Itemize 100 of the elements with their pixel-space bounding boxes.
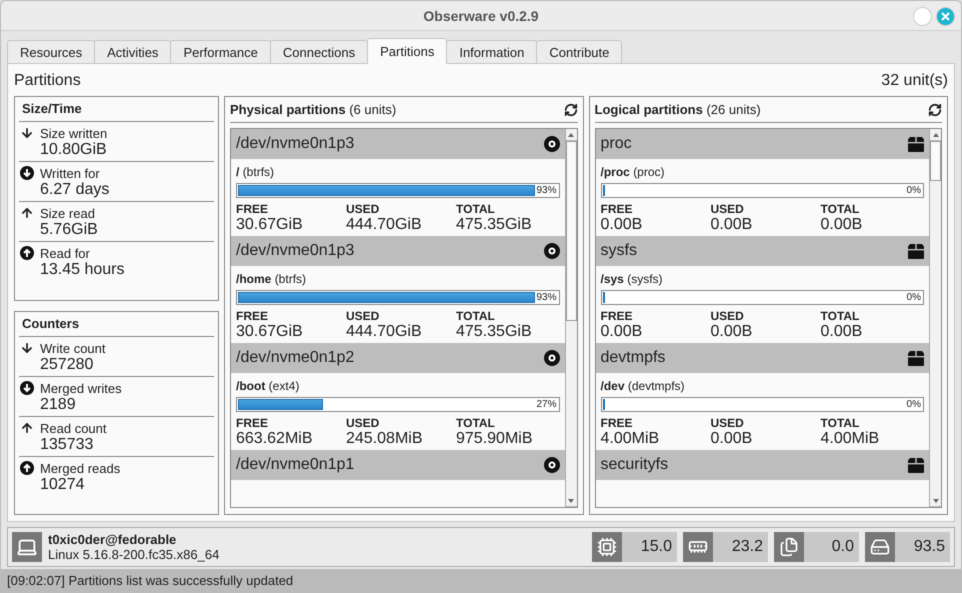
size-value: 0.00B: [600, 323, 644, 341]
page-title: Partitions: [14, 72, 81, 90]
column-label: TOTAL: [820, 416, 860, 430]
device-name: /dev/nvme0n1p3: [236, 242, 354, 260]
size-value: 0.00B: [820, 216, 864, 234]
down-arrow-icon: [20, 126, 34, 140]
disc-icon: [544, 136, 560, 152]
usage-percent: 93%: [536, 184, 556, 197]
meter-reading: 93.5: [912, 538, 946, 556]
unit-count: 32 unit(s): [881, 72, 948, 90]
tab[interactable]: Information: [446, 40, 538, 64]
column-label: FREE: [236, 202, 270, 216]
scroll-up-icon[interactable]: [568, 132, 574, 136]
box-icon: [908, 244, 924, 258]
mount-point: /proc (proc): [600, 165, 666, 179]
usage-percent: 27%: [536, 398, 556, 411]
column-label: TOTAL: [456, 309, 496, 323]
size-value: 0.00B: [710, 430, 754, 448]
size-value: 30.67GiB: [236, 216, 304, 234]
host-name: t0xic0der@fedorable: [48, 532, 178, 548]
column-label: TOTAL: [820, 309, 860, 323]
column-label: TOTAL: [456, 416, 496, 430]
column-label: USED: [346, 309, 380, 323]
scrollbar[interactable]: [929, 129, 941, 508]
stat-value: 257280: [40, 356, 94, 374]
tab[interactable]: Performance: [170, 40, 271, 64]
device-name: sysfs: [600, 242, 637, 260]
panel-title: Logical partitions (26 units): [594, 102, 761, 117]
disc-icon: [544, 350, 560, 366]
usage-percent: 0%: [906, 398, 921, 411]
meter-reading: 0.0: [830, 538, 855, 556]
usage-percent: 93%: [536, 291, 556, 304]
meter-reading: 15.0: [640, 538, 673, 556]
stat-value: 5.76GiB: [40, 221, 99, 239]
stat-value: 135733: [40, 436, 94, 454]
down-circle-icon: [20, 166, 34, 180]
tab[interactable]: Partitions: [367, 38, 448, 64]
laptop-icon: [12, 532, 42, 562]
device-name: /dev/nvme0n1p3: [236, 135, 354, 153]
stat-label: Merged writes: [40, 380, 123, 396]
mount-point: /dev (devtmpfs): [600, 379, 686, 393]
column-label: USED: [710, 416, 745, 430]
up-circle-icon: [20, 460, 34, 475]
column-label: TOTAL: [456, 202, 496, 216]
size-value: 30.67GiB: [236, 323, 304, 341]
size-value: 475.35GiB: [456, 216, 533, 234]
mount-point: /sys (sysfs): [600, 272, 664, 286]
up-circle-icon: [20, 246, 34, 260]
scrollbar-thumb[interactable]: [566, 141, 576, 321]
refresh-icon[interactable]: [564, 102, 578, 116]
scroll-up-icon[interactable]: [932, 132, 938, 136]
minimize-button[interactable]: [913, 7, 932, 26]
stat-label: Size read: [40, 206, 96, 221]
meter-reading: 23.2: [730, 538, 764, 556]
device-name: /dev/nvme0n1p2: [236, 349, 354, 367]
tab[interactable]: Connections: [270, 40, 368, 64]
stat-value: 10274: [40, 476, 86, 494]
panel-title: Physical partitions (6 units): [230, 102, 396, 117]
size-value: 4.00MiB: [600, 430, 660, 448]
up-arrow-icon: [20, 206, 34, 220]
size-value: 975.90MiB: [456, 430, 534, 448]
scroll-down-icon[interactable]: [568, 498, 574, 503]
tab[interactable]: Resources: [7, 40, 96, 64]
size-value: 0.00B: [820, 323, 864, 341]
close-button[interactable]: [936, 7, 955, 26]
scroll-down-icon[interactable]: [932, 498, 938, 503]
usage-percent: 0%: [906, 184, 921, 197]
column-label: USED: [710, 202, 745, 216]
column-label: FREE: [236, 309, 270, 323]
size-value: 0.00B: [600, 216, 644, 234]
column-label: FREE: [236, 416, 270, 430]
column-label: USED: [346, 202, 380, 216]
stat-value: 2189: [40, 396, 76, 414]
stat-label: Size written: [40, 126, 108, 141]
disc-icon: [544, 243, 560, 259]
chip-icon: [597, 537, 617, 558]
close-icon[interactable]: [941, 12, 950, 21]
hard-drive-icon: [870, 537, 890, 558]
scrollbar-thumb[interactable]: [930, 141, 941, 181]
device-name: devtmpfs: [600, 349, 666, 367]
usage-percent: 0%: [906, 291, 921, 304]
refresh-icon[interactable]: [928, 102, 942, 116]
stat-value: 13.45 hours: [40, 261, 126, 279]
stat-value: 10.80GiB: [40, 141, 108, 159]
stat-value: 6.27 days: [40, 181, 110, 199]
column-label: FREE: [600, 309, 634, 323]
stat-label: Merged reads: [40, 460, 122, 476]
box-icon: [908, 136, 924, 152]
mount-point: / (btrfs): [236, 165, 276, 179]
window-title: Obserware v0.2.9: [423, 8, 539, 24]
size-value: 444.70GiB: [346, 323, 423, 341]
scrollbar[interactable]: [564, 129, 576, 508]
column-label: FREE: [600, 202, 634, 216]
column-label: USED: [346, 416, 380, 430]
tab[interactable]: Contribute: [536, 40, 622, 64]
mount-point: /home (btrfs): [236, 272, 308, 286]
mount-point: /boot (ext4): [236, 379, 300, 393]
box-icon: [908, 458, 924, 472]
tab[interactable]: Activities: [94, 40, 172, 64]
box-icon: [908, 350, 924, 366]
